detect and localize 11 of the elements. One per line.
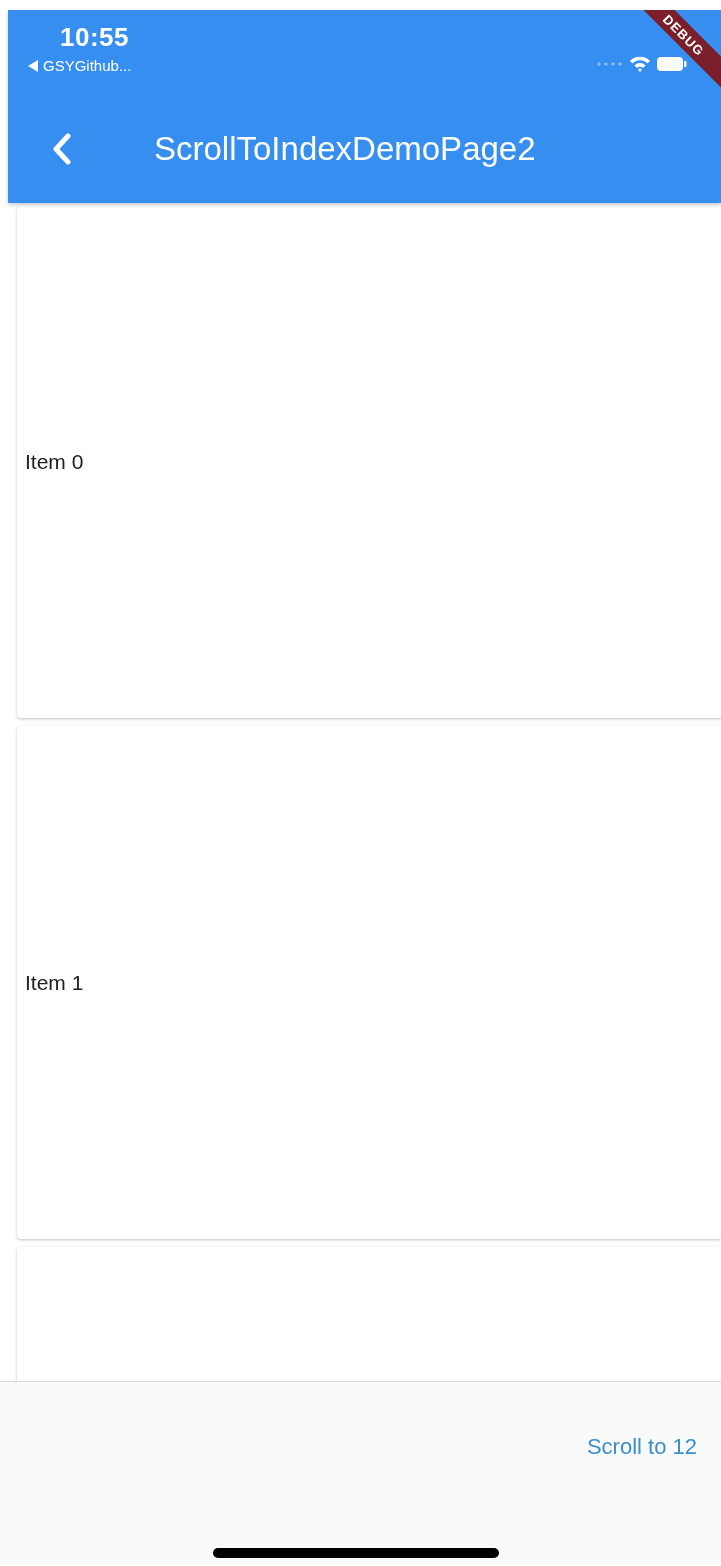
list-card[interactable]: Item 1	[17, 726, 721, 1239]
signal-dots-icon	[597, 62, 623, 66]
back-button[interactable]	[52, 133, 72, 165]
list-card[interactable]: Item 0	[17, 205, 721, 718]
page-title: ScrollToIndexDemoPage2	[154, 130, 536, 168]
status-time: 10:55	[59, 22, 130, 53]
wifi-icon	[629, 56, 651, 72]
item-label: Item 1	[25, 970, 84, 995]
battery-icon	[657, 57, 687, 71]
back-triangle-icon	[28, 59, 38, 72]
item-label: Item 0	[25, 449, 84, 474]
